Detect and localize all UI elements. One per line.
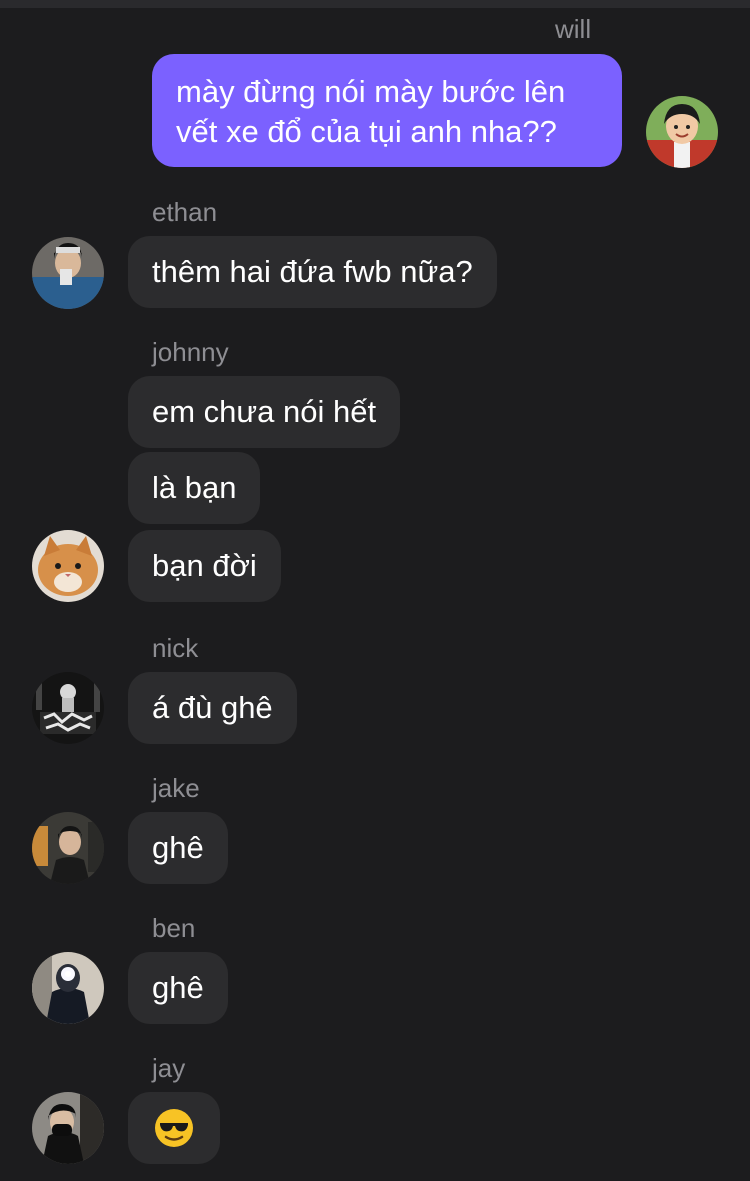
avatar-johnny[interactable]	[32, 530, 104, 602]
avatar-image	[32, 812, 104, 884]
avatar-image	[32, 952, 104, 1024]
avatar-will[interactable]	[646, 96, 718, 168]
message-text: ghê	[152, 970, 204, 1005]
sender-name-nick: nick	[152, 633, 199, 663]
sender-name-ethan: ethan	[152, 197, 218, 227]
message-bubble[interactable]: là bạn	[128, 452, 261, 524]
sender-name-johnny: johnny	[152, 337, 229, 367]
message-text: á đù ghê	[152, 690, 273, 725]
message-text: em chưa nói hết	[152, 394, 377, 429]
avatar-ben[interactable]	[32, 952, 104, 1024]
message-bubble[interactable]: ghê	[128, 812, 228, 884]
avatar-image	[32, 1092, 104, 1164]
top-bar-edge	[0, 0, 750, 8]
message-bubble[interactable]	[128, 1092, 220, 1164]
avatar-nick[interactable]	[32, 672, 104, 744]
avatar-image	[646, 96, 718, 168]
sender-name-ben: ben	[152, 913, 196, 943]
message-text: bạn đời	[152, 548, 257, 583]
avatar-jay[interactable]	[32, 1092, 104, 1164]
message-text: là bạn	[152, 470, 237, 505]
message-bubble-outgoing[interactable]: mày đừng nói mày bước lên vết xe đổ của …	[152, 54, 622, 167]
message-bubble[interactable]: ghê	[128, 952, 228, 1024]
sunglasses-emoji-icon	[152, 1106, 196, 1160]
avatar-image	[32, 530, 104, 602]
sender-name-jay: jay	[152, 1053, 186, 1083]
message-bubble[interactable]: em chưa nói hết	[128, 376, 401, 448]
message-bubble[interactable]: thêm hai đứa fwb nữa?	[128, 236, 497, 308]
sender-name-will: will	[555, 14, 592, 44]
message-bubble[interactable]: bạn đời	[128, 530, 281, 602]
sender-name-jake: jake	[152, 773, 200, 803]
message-bubble[interactable]: á đù ghê	[128, 672, 297, 744]
avatar-image	[32, 237, 104, 309]
message-text: thêm hai đứa fwb nữa?	[152, 254, 473, 289]
avatar-image	[32, 672, 104, 744]
message-text: ghê	[152, 830, 204, 865]
avatar-ethan[interactable]	[32, 237, 104, 309]
message-text: mày đừng nói mày bước lên vết xe đổ của …	[176, 74, 566, 149]
avatar-jake[interactable]	[32, 812, 104, 884]
